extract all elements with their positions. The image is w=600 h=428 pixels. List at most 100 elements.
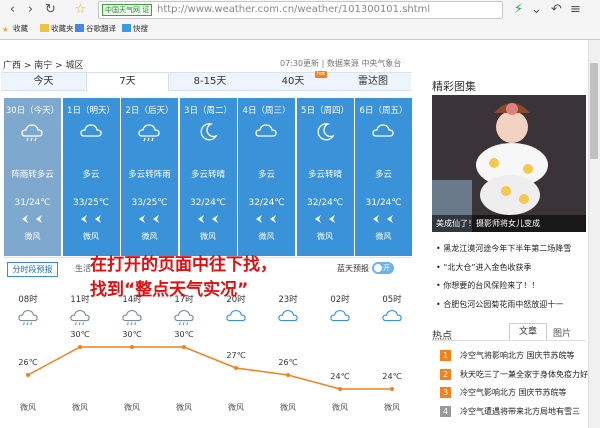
day-card[interactable]: 6日（周五） 多云 31/24℃ 微风 [355,98,412,256]
day-date: 6日（周五） [359,106,408,116]
cloud-icon [226,309,246,322]
news-item[interactable]: • 你想要的台风保险来了！！ [436,280,539,291]
cloud-icon [278,309,298,322]
gallery-photo[interactable]: 美成仙了！摄影师将女儿变成 [432,95,586,232]
forward-icon[interactable]: › [22,1,39,18]
hour-wind: 微风 [124,403,140,412]
temperature-point [26,373,30,377]
day-weather-desc: 多云 [257,170,275,180]
day-card[interactable]: 2日（后天） 多云转阵雨 33/25℃ 微风 [121,98,178,256]
moon-icon [200,123,218,141]
tab-today[interactable]: 今天 [1,73,86,90]
hot-list-item[interactable]: 冷空气遭遇将带来北方局地有雪三 [460,406,580,417]
star-icon: ★ [2,25,9,34]
hour-wind: 微风 [332,403,348,412]
instruction-overlay: 在打开的页面中往下找， 找到“整点天气实况” [90,253,277,303]
temperature-point [182,345,186,349]
breadcrumb[interactable]: 广西 > 南宁 > 城区 [3,58,84,71]
hot-list-item[interactable]: 秋天吃三了一兼全家于身体免疫力好 [460,369,588,380]
day-card[interactable]: 4日（周三） 多云 32/24℃ 微风 [238,98,295,256]
news-item[interactable]: • “北大仓”进入金色收获季 [436,262,532,273]
address-bar[interactable]: 中国天气网 证 http://www.weather.com.cn/weathe… [98,1,503,19]
bookmark-favorites[interactable]: ★ 收藏 [2,23,28,34]
temperature-point [78,345,82,349]
bookmark-translate[interactable]: 谷歌翻译 [75,23,116,34]
day-wind-level: 微风 [141,232,158,241]
wind-direction-icon [314,215,335,223]
cloud-rain-icon [138,124,160,142]
cloud-icon [372,124,394,137]
back-icon[interactable]: ‹ [4,1,21,18]
day-date: 5日（周四） [301,106,349,116]
day-date: 30日（今天） [5,106,60,116]
url-text[interactable]: http://www.weather.com.cn/weather/101300… [157,4,430,15]
hot-list-item[interactable]: 冷空气影响北方 国庆节苏皖等 [460,387,567,398]
wind-direction-icon [256,215,276,223]
day-temperature: 33/25℃ [131,198,168,208]
refresh-icon[interactable]: ↻ [42,1,59,18]
favorite-star-icon[interactable]: ☆ [72,1,89,18]
temperature-point [234,366,238,370]
tab-8-15day[interactable]: 8-15天 [169,73,251,90]
news-item[interactable]: • 合肥包河公园菊花雨中怒放迎十一 [436,299,563,310]
hour-label: 23时 [278,295,298,305]
toggle-knob[interactable] [374,264,382,272]
bookmark-quicksearch[interactable]: 快搜 [122,23,148,34]
day-wind-level: 微风 [200,232,216,241]
tab-hourly-forecast[interactable]: 分时段预报 [7,262,58,277]
scrollbar-thumb[interactable] [590,63,598,159]
rank-badge: 3 [440,387,451,398]
shower-icon [18,309,38,326]
wind-direction-icon [373,215,393,223]
hot-list-item[interactable]: 冷空气将影响北方 国庆节苏皖等 [460,350,575,361]
day-card[interactable]: 30日（今天） 阵雨转多云 31/24℃ 微风 [4,98,61,256]
update-info: 07:30更新 | 数据来源 中央气象台 [280,59,402,68]
news-item[interactable]: • 黑龙江漠河途今年下半年第二场降雪 [436,243,571,254]
day-weather-desc: 多云转晴 [307,170,342,180]
temperature-point [390,387,394,391]
day-temperature: 32/24℃ [189,198,227,208]
hour-label: 02时 [330,295,350,305]
temperature-point [130,345,134,349]
menu-chevron-icon[interactable]: ⌄ [528,1,545,18]
child-flower-photo [432,95,586,232]
bookmark-folder[interactable]: 收藏夹 [40,23,74,34]
day-temperature: 31/24℃ [365,198,402,208]
day-card[interactable]: 5日（周四） 多云转晴 32/24℃ 微风 [296,98,354,256]
shower-icon [70,309,90,326]
day-wind-level: 微风 [317,232,333,241]
day-weather-desc: 多云 [374,170,392,180]
day-wind-level: 微风 [258,232,275,241]
hour-wind: 微风 [176,403,192,412]
hour-wind: 微风 [20,403,36,412]
blue-sky-label: 蓝天预报 [337,264,369,273]
day-card[interactable]: 3日（周二） 多云转晴 32/24℃ 微风 [179,98,237,256]
undo-icon[interactable]: ↶ [548,1,565,18]
wind-direction-icon [197,215,218,223]
day-temperature: 33/25℃ [72,198,110,208]
wind-direction-icon [139,215,159,223]
moon-icon [317,123,335,141]
lightning-icon[interactable]: ⚡ [510,1,527,18]
day-date: 2日（后天） [125,106,174,116]
temperature-point [286,373,290,377]
hour-wind: 微风 [72,403,88,412]
day-date: 4日（周三） [242,106,291,116]
search-icon [122,24,131,32]
shower-cloud-icon [21,124,43,142]
tab-radar[interactable]: 雷达图 [335,73,411,90]
tab-pictures[interactable]: 图片 [553,326,571,339]
photo-caption[interactable]: 美成仙了！摄影师将女儿变成 [432,215,586,232]
shower-icon [174,309,194,326]
tab-life-index[interactable]: 生活 [75,263,91,274]
menu-icon[interactable]: ≡ [567,1,584,18]
day-wind-level: 微风 [375,232,392,241]
translate-icon [75,24,84,32]
day-weather-desc: 多云 [82,170,100,180]
cloud-icon [382,309,402,322]
day-card[interactable]: 1日（明天） 多云 33/25℃ 微风 [62,98,120,256]
tab-articles[interactable]: 文章 [509,323,547,340]
tab-7day[interactable]: 7天 [86,73,169,91]
cloud-icon [255,124,277,137]
hourly-temperature-line [26,345,394,391]
